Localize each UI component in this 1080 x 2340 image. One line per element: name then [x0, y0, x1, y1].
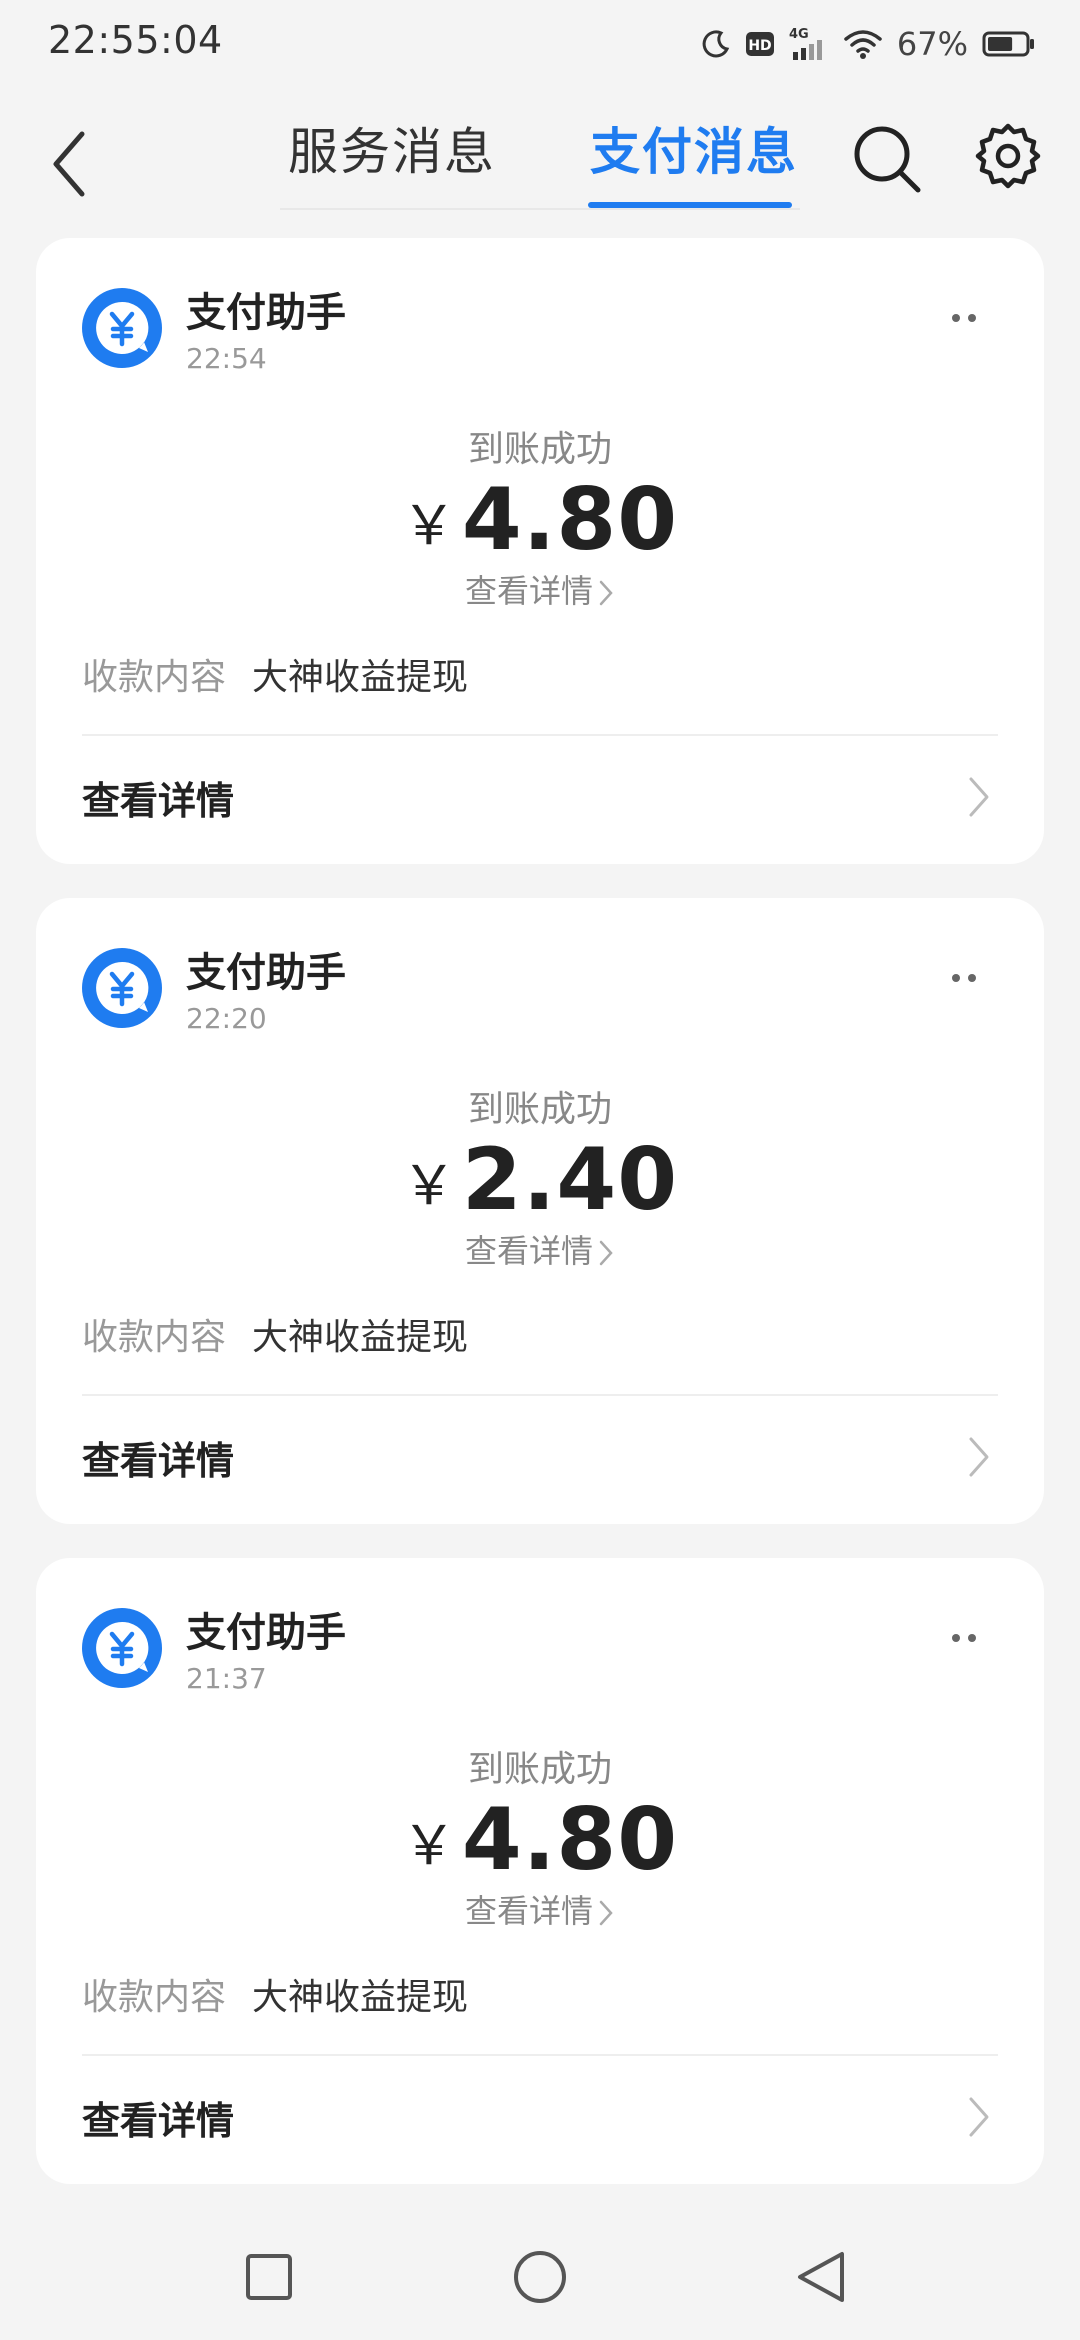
back-button[interactable]	[40, 124, 100, 204]
payment-status: 到账成功	[467, 1089, 612, 1130]
payment-amount: 4.80	[461, 1790, 679, 1890]
amount-detail-link[interactable]: 查看详情	[36, 1886, 1044, 1932]
payment-message-card[interactable]: 支付助手 21:37 到账成功 ￥4.80 查看详情 收款内容 大神收益提现 查看…	[36, 1558, 1044, 2184]
content-label: 收款内容	[82, 657, 227, 698]
currency-symbol: ￥	[401, 493, 456, 557]
battery-icon	[982, 29, 1036, 59]
recent-apps-button[interactable]	[234, 2242, 304, 2312]
wifi-icon	[843, 28, 883, 60]
amount-detail-label: 查看详情	[464, 1232, 593, 1270]
more-dot-icon	[952, 314, 960, 322]
currency-symbol: ￥	[401, 1153, 456, 1217]
search-icon	[854, 126, 921, 193]
more-options-button[interactable]	[934, 298, 994, 338]
view-detail-label: 查看详情	[82, 779, 235, 823]
home-button[interactable]	[505, 2242, 575, 2312]
amount-detail-link[interactable]: 查看详情	[36, 566, 1044, 612]
more-dot-icon	[952, 974, 960, 982]
system-back-button[interactable]	[786, 2242, 856, 2312]
content-value: 大神收益提现	[252, 657, 469, 698]
network-type-text: 4G	[789, 27, 809, 42]
tab-service-messages[interactable]: 服务消息	[288, 112, 496, 184]
home-circle-icon	[514, 2251, 566, 2303]
header-bar: 服务消息 支付消息	[0, 84, 1080, 214]
more-dot-icon	[968, 314, 976, 322]
content-value: 大神收益提现	[252, 1977, 469, 2018]
message-time: 22:20	[186, 1002, 267, 1035]
hd-badge-text: HD	[748, 38, 771, 54]
recent-apps-square-icon	[246, 2254, 292, 2300]
amount-detail-label: 查看详情	[464, 1892, 593, 1930]
sender-name: 支付助手	[186, 290, 346, 336]
battery-percent: 67%	[896, 25, 968, 63]
more-options-button[interactable]	[934, 1618, 994, 1658]
yuan-coin-icon	[82, 1608, 162, 1688]
chevron-right-icon	[969, 1437, 989, 1477]
back-triangle-icon	[798, 2252, 844, 2302]
view-detail-row[interactable]: 查看详情	[36, 1396, 1044, 1524]
status-time: 22:55:04	[48, 18, 223, 62]
more-dot-icon	[952, 1634, 960, 1642]
message-time: 21:37	[186, 1662, 267, 1695]
chevron-right-icon	[599, 580, 613, 606]
chevron-right-icon	[969, 2097, 989, 2137]
view-detail-label: 查看详情	[82, 2099, 235, 2143]
chevron-right-icon	[969, 777, 989, 817]
view-detail-label: 查看详情	[82, 1439, 235, 1483]
amount-row: ￥2.40	[36, 1130, 1044, 1230]
currency-symbol: ￥	[401, 1813, 456, 1877]
payment-amount: 4.80	[461, 470, 679, 570]
yuan-coin-icon	[82, 288, 162, 368]
moon-icon	[701, 29, 731, 59]
content-label: 收款内容	[82, 1317, 227, 1358]
settings-button[interactable]	[974, 122, 1042, 190]
back-arrow-icon	[53, 131, 85, 197]
payment-status: 到账成功	[467, 1749, 612, 1790]
payment-content-row: 收款内容 大神收益提现	[82, 648, 468, 700]
more-dot-icon	[968, 1634, 976, 1642]
battery-level-fill	[988, 37, 1013, 51]
sender-name: 支付助手	[186, 1610, 346, 1656]
amount-row: ￥4.80	[36, 470, 1044, 570]
chevron-right-icon	[599, 1240, 613, 1266]
tab-payment-messages[interactable]: 支付消息	[590, 112, 798, 184]
amount-detail-link[interactable]: 查看详情	[36, 1226, 1044, 1272]
payment-content-row: 收款内容 大神收益提现	[82, 1968, 468, 2020]
hd-icon: HD	[745, 29, 775, 59]
tab-divider	[280, 208, 800, 210]
sender-name: 支付助手	[186, 950, 346, 996]
chevron-right-icon	[599, 1900, 613, 1926]
amount-row: ￥4.80	[36, 1790, 1044, 1890]
payment-message-card[interactable]: 支付助手 22:54 到账成功 ￥4.80 查看详情 收款内容 大神收益提现 查看…	[36, 238, 1044, 864]
view-detail-row[interactable]: 查看详情	[36, 736, 1044, 864]
system-navigation-bar	[0, 2220, 1080, 2340]
payment-message-card[interactable]: 支付助手 22:20 到账成功 ￥2.40 查看详情 收款内容 大神收益提现 查看…	[36, 898, 1044, 1524]
payment-content-row: 收款内容 大神收益提现	[82, 1308, 468, 1360]
amount-detail-label: 查看详情	[464, 572, 593, 610]
settings-gear-icon	[975, 123, 1041, 189]
status-bar: 22:55:04 HD 4G 67%	[0, 0, 1080, 84]
message-time: 22:54	[186, 342, 267, 375]
content-label: 收款内容	[82, 1977, 227, 2018]
signal-4g-icon: 4G	[789, 26, 829, 62]
more-dot-icon	[968, 974, 976, 982]
content-value: 大神收益提现	[252, 1317, 469, 1358]
status-icons: HD 4G 67%	[701, 22, 1036, 66]
yuan-coin-icon	[82, 948, 162, 1028]
view-detail-row[interactable]: 查看详情	[36, 2056, 1044, 2184]
more-options-button[interactable]	[934, 958, 994, 998]
search-button[interactable]	[850, 122, 924, 196]
payment-status: 到账成功	[467, 429, 612, 470]
payment-amount: 2.40	[461, 1130, 679, 1230]
